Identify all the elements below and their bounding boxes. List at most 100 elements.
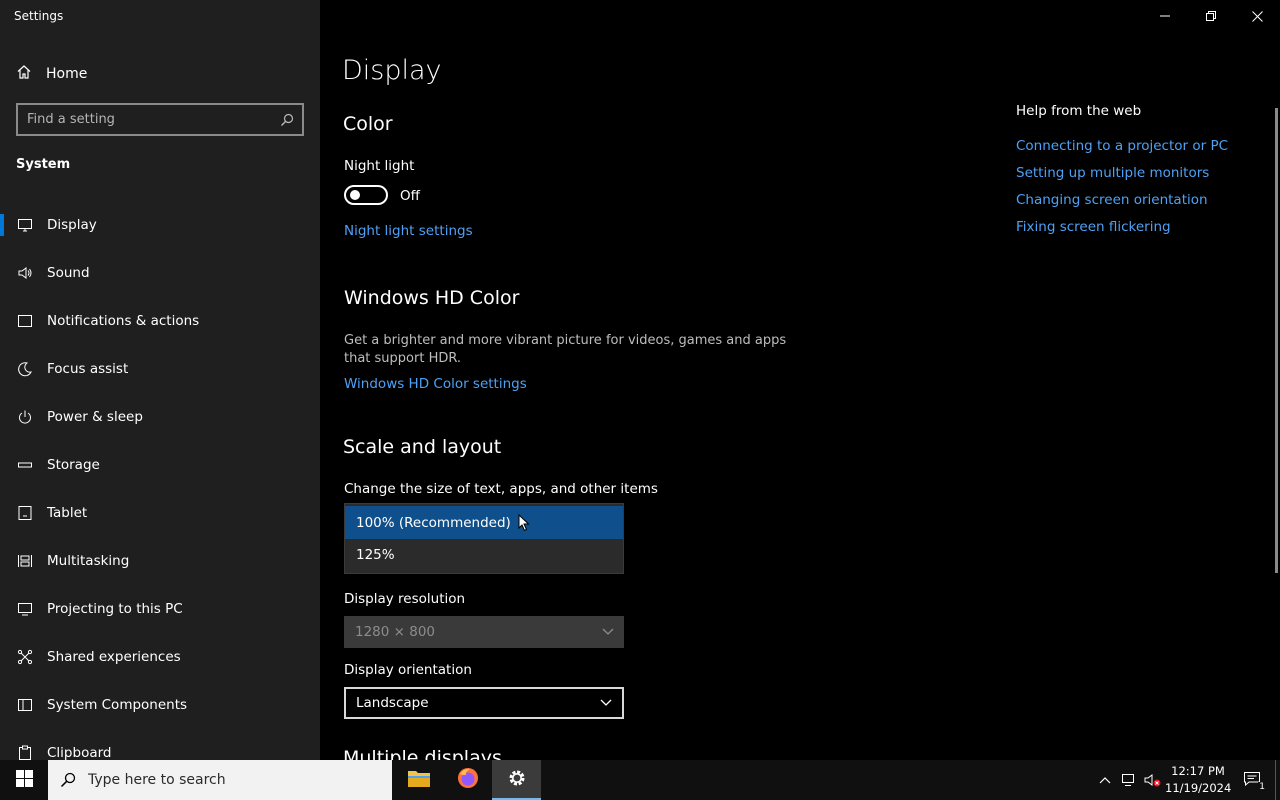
shared-icon [16,648,34,666]
find-setting-input[interactable] [18,112,272,127]
message-icon [16,312,34,330]
search-icon[interactable] [272,113,302,127]
help-link-projector[interactable]: Connecting to a projector or PC [1016,138,1228,154]
scale-option-125[interactable]: 125% [345,538,623,571]
taskbar-clock[interactable]: 12:17 PM 11/19/2024 [1165,763,1231,797]
sidebar-item-label: Display [47,217,97,233]
projector-icon [16,600,34,618]
orientation-dropdown[interactable]: Landscape [344,687,624,719]
clock-date: 11/19/2024 [1165,781,1232,795]
sidebar: Settings Home System Display Sound Notif… [0,0,320,760]
sidebar-item-label: Sound [47,265,90,281]
sidebar-item-notifications[interactable]: Notifications & actions [0,297,320,345]
minimize-button[interactable] [1142,0,1188,32]
orientation-value: Landscape [356,695,429,711]
scale-dropdown-list[interactable]: 100% (Recommended) 125% [344,503,624,574]
home-icon [16,64,32,84]
taskbar-search-input[interactable] [88,772,378,788]
moon-icon [16,360,34,378]
notification-icon: 1 [1243,771,1266,792]
multitasking-icon [16,552,34,570]
scale-option-100[interactable]: 100% (Recommended) [345,506,623,539]
notification-count: 1 [1258,782,1266,792]
sidebar-item-storage[interactable]: Storage [0,441,320,489]
scale-size-label: Change the size of text, apps, and other… [344,481,658,497]
speaker-icon [16,264,34,282]
scale-heading: Scale and layout [343,436,502,458]
hdr-description: Get a brighter and more vibrant picture … [344,333,787,366]
scrollbar[interactable] [1275,108,1278,573]
page-title: Display [342,55,442,86]
close-button[interactable] [1234,0,1280,32]
sidebar-item-label: System Components [47,697,188,713]
sidebar-item-label: Focus assist [47,361,129,377]
restore-button[interactable] [1188,0,1234,32]
start-button[interactable] [0,760,48,800]
night-light-settings-link[interactable]: Night light settings [344,223,473,239]
taskbar-settings[interactable] [492,760,541,800]
sidebar-item-label: Tablet [47,505,88,521]
resolution-label: Display resolution [344,591,466,607]
help-link-screen-orientation[interactable]: Changing screen orientation [1016,192,1208,208]
sidebar-item-power-sleep[interactable]: Power & sleep [0,393,320,441]
hdr-settings-link[interactable]: Windows HD Color settings [344,376,527,392]
resolution-value: 1280 × 800 [355,624,436,640]
taskbar-search-box[interactable] [48,760,392,800]
taskbar-firefox[interactable] [443,760,492,800]
home-label: Home [46,66,88,82]
components-icon [16,696,34,714]
taskbar: 12:17 PM 11/19/2024 1 [0,760,1280,800]
sidebar-item-label: Multitasking [47,553,130,569]
window-title: Settings [14,9,64,23]
help-link-screen-flickering[interactable]: Fixing screen flickering [1016,219,1171,235]
night-light-toggle[interactable] [344,185,388,205]
storage-icon [16,456,34,474]
main-content: Display Color Night light Off Night ligh… [320,0,1280,760]
help-link-multiple-monitors[interactable]: Setting up multiple monitors [1016,165,1209,181]
taskbar-file-explorer[interactable] [394,760,443,800]
sidebar-item-shared-experiences[interactable]: Shared experiences [0,633,320,681]
sidebar-item-label: Projecting to this PC [47,601,183,617]
find-setting-search[interactable] [16,103,304,136]
section-label-system: System [16,157,71,172]
tablet-icon [16,504,34,522]
clipboard-icon [16,744,34,760]
show-desktop-button[interactable] [1275,760,1280,800]
color-heading: Color [343,113,393,135]
night-light-state: Off [400,188,420,204]
monitor-icon [16,216,34,234]
sidebar-item-tablet[interactable]: Tablet [0,489,320,537]
tray-overflow-chevron-icon[interactable] [1093,760,1117,800]
sidebar-nav: Display Sound Notifications & actions Fo… [0,201,320,760]
multiple-displays-heading: Multiple displays [343,747,502,760]
sidebar-item-label: Storage [47,457,100,473]
orientation-label: Display orientation [344,662,472,678]
settings-icon [507,768,527,792]
chevron-down-icon [600,695,612,711]
sidebar-item-projecting[interactable]: Projecting to this PC [0,585,320,633]
hdr-heading: Windows HD Color [344,287,520,309]
night-light-label: Night light [344,158,415,174]
help-title: Help from the web [1016,103,1142,119]
sidebar-item-clipboard[interactable]: Clipboard [0,729,320,760]
clock-time: 12:17 PM [1171,764,1225,778]
chevron-down-icon [602,624,614,640]
sidebar-item-focus-assist[interactable]: Focus assist [0,345,320,393]
sidebar-item-display[interactable]: Display [0,201,320,249]
network-icon[interactable] [1117,760,1141,800]
system-tray: 12:17 PM 11/19/2024 1 [1093,760,1280,800]
file-explorer-icon [407,768,431,792]
windows-logo-icon [15,769,33,791]
resolution-dropdown[interactable]: 1280 × 800 [344,616,624,648]
volume-muted-icon[interactable] [1141,760,1165,800]
sidebar-item-system-components[interactable]: System Components [0,681,320,729]
home-button[interactable]: Home [16,62,87,86]
power-icon [16,408,34,426]
sidebar-item-sound[interactable]: Sound [0,249,320,297]
firefox-icon [456,766,480,794]
sidebar-item-label: Notifications & actions [47,313,200,329]
search-icon [48,772,88,788]
action-center-button[interactable]: 1 [1231,760,1275,800]
mouse-cursor-icon [518,513,530,536]
sidebar-item-multitasking[interactable]: Multitasking [0,537,320,585]
